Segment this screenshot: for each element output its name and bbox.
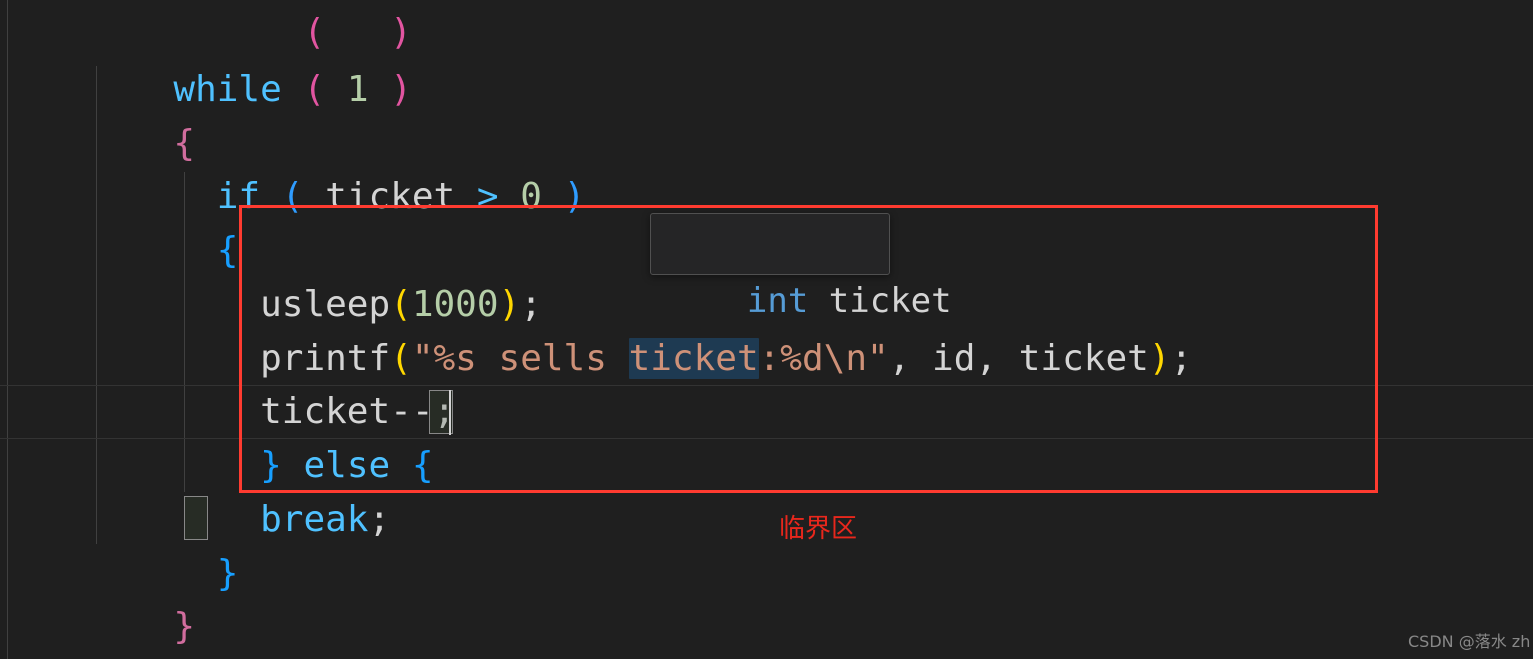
code-line-while[interactable]: while ( 1 ) [0,9,1533,110]
code-line-else[interactable]: } else { [0,385,1533,486]
code-line-return[interactable]: return nullptr; [0,600,1533,654]
annotation-label-critical-section: 临界区 [779,514,858,544]
code-line-if[interactable]: if ( ticket > 0 ) [0,116,1533,217]
text-caret [449,390,451,435]
code-editor-screenshot: ( ) while ( 1 ) { if ( ticket > 0 ) { us… [0,0,1533,659]
code-line-break[interactable]: break; [0,439,1533,540]
code-line-ticket-decrement[interactable]: ticket--; [0,331,1533,432]
hover-tooltip: int ticket [650,213,952,321]
code-line-close-brace-if[interactable]: } [0,493,1533,594]
code-line-close-brace-outer[interactable]: } [0,546,1533,647]
csdn-watermark: CSDN @落水 zh [1408,632,1531,651]
tooltip-type: int [746,281,809,321]
code-line-open-brace-outer[interactable]: { [0,63,1533,164]
clipped-code-line: ( ) [303,12,412,53]
tooltip-identifier: ticket [828,281,952,321]
